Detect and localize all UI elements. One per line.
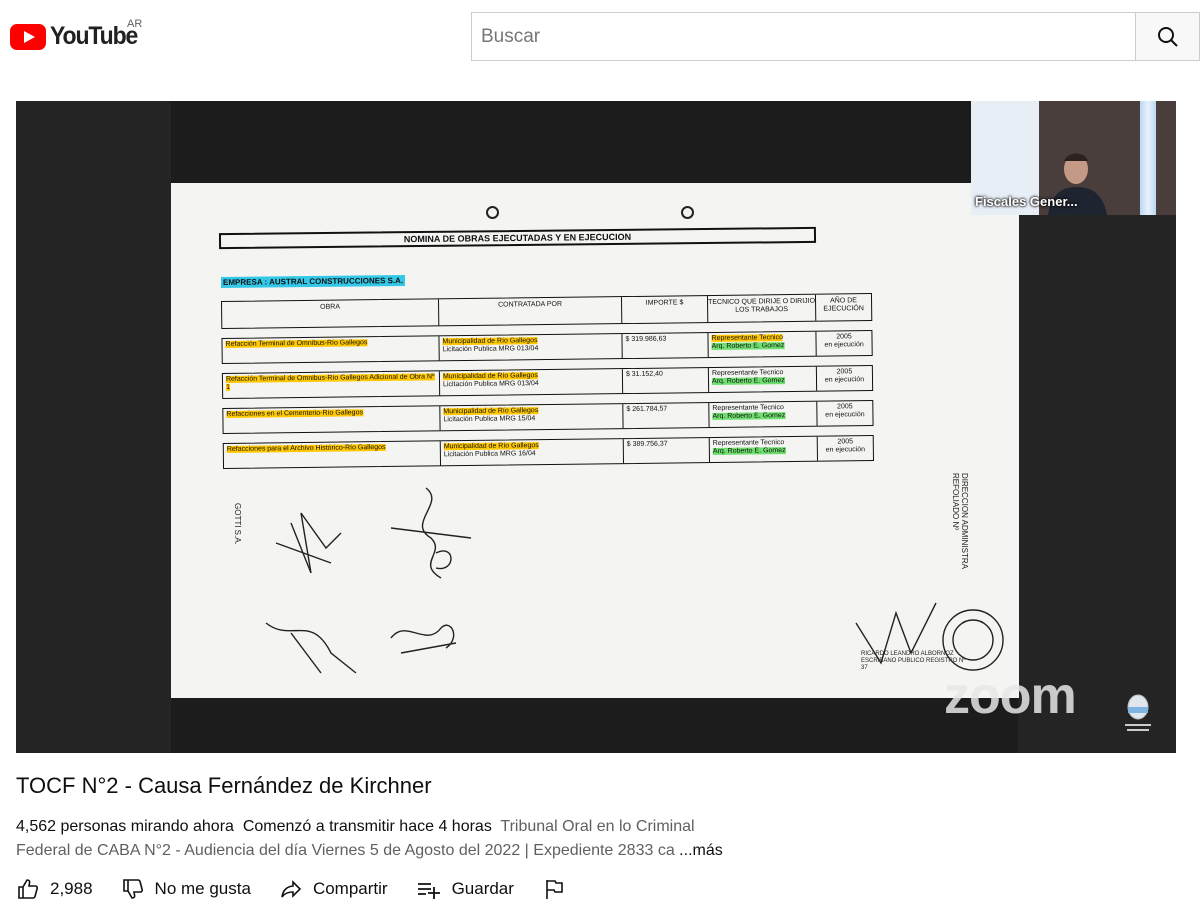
participant-name: Fiscales Gener... [975,194,1078,209]
side-stamp: DIRECCION ADMINISTRA REFOLIADO Nº [951,473,969,569]
cell-anio: 2005 en ejecución [824,368,865,384]
thumbs-up-icon [18,879,38,899]
column-header: OBRA [222,299,440,328]
video-side-panel-left [16,101,171,753]
viewer-count: 4,562 personas mirando ahora [16,818,234,835]
cell-tecnico: Representante Tecnico Arq. Roberto E. Gom… [708,331,817,358]
logo-text: YouTube [50,22,138,50]
signature-caption: GOTTI S.A. [233,503,242,545]
report-button[interactable] [542,877,576,901]
cell-importe: $ 389.756,37 [623,438,711,464]
like-button[interactable]: 2,988 [16,877,93,901]
dislike-label: No me gusta [154,879,251,898]
search-icon [1157,26,1178,47]
cell-obra: Refacción Terminal de Omnibus-Río Galleg… [222,336,440,363]
punch-hole [681,206,694,219]
save-button[interactable]: Guardar [416,877,514,901]
column-header: IMPORTE $ [621,296,709,324]
share-label: Compartir [312,879,388,898]
table-row: Refacción Terminal de Omnibus-Río Galleg… [221,365,874,399]
cell-importe: $ 319.986,63 [622,333,709,359]
document-company: EMPRESA : AUSTRAL CONSTRUCCIONES S.A. [220,275,406,288]
video-description[interactable]: 4,562 personas mirando ahora Comenzó a t… [16,815,776,863]
column-header: AÑO DE EJECUCIÓN [823,297,864,313]
video-title: TOCF N°2 - Causa Fernández de Kirchner [16,773,432,798]
youtube-logo[interactable]: YouTube [10,22,145,51]
save-label: Guardar [451,879,514,898]
zoom-watermark: zoom [944,667,1077,725]
cell-obra: Refacción Terminal de Omnibus-Río Galleg… [222,371,441,398]
stream-start: Comenzó a transmitir hace 4 horas [242,818,492,835]
signature-mark [265,622,357,674]
share-icon [281,880,302,898]
shared-document: NOMINA DE OBRAS EJECUTADAS Y EN EJECUCIO… [171,183,1019,698]
cell-importe: $ 261.784,57 [623,403,710,429]
cell-tecnico: Representante Tecnico Arq. Roberto E. Gom… [709,401,818,428]
action-bar: 2,988 No me gusta Compartir Guardar [16,872,604,906]
flag-icon [1140,101,1156,215]
cell-tecnico: Representante Tecnico Arq. Roberto E. Gom… [709,436,818,463]
description-text-2: Federal de CABA N°2 - Audiencia del día … [16,842,675,859]
cell-anio: 2005 en ejecución [825,403,865,419]
participant-video[interactable]: Fiscales Gener... [971,101,1176,215]
cell-obra: Refacciones para el Archivo Histórico-Rí… [223,441,442,468]
description-text: Tribunal Oral en lo Criminal [500,818,695,835]
cell-contratada: Municipalidad de Río Gallegos Licitación … [439,369,624,396]
column-header: CONTRATADA POR [438,297,623,326]
cell-contratada: Municipalidad de Río Gallegos Licitación … [440,404,624,431]
dislike-button[interactable]: No me gusta [121,877,251,901]
table-row: Refacción Terminal de Omnibus-Río Galleg… [221,330,873,364]
search-input[interactable] [472,25,1136,48]
cell-tecnico: Representante Tecnico Arq. Roberto E. Gom… [708,366,818,393]
signature-mark [390,487,472,579]
table-row: Refacciones en el Cementerio-Río Gallego… [222,400,874,434]
signature-mark [390,624,457,654]
argentina-crest-icon [1125,694,1151,731]
column-header: TECNICO QUE DIRIJE O DIRIJIO LOS TRABAJO… [707,294,817,323]
playlist-add-icon [417,883,440,899]
thumbs-down-icon [122,879,143,899]
signature-mark [275,512,342,574]
country-code: AR [127,18,143,30]
like-count: 2,988 [50,879,93,898]
works-table-header: OBRA CONTRATADA POR IMPORTE $ TECNICO QU… [221,293,873,329]
show-more-link[interactable]: ...más [679,842,723,859]
cell-anio: 2005 en ejecución [825,438,866,454]
flag-icon [546,880,563,899]
cell-importe: $ 31.152,40 [622,368,710,394]
search-box [471,12,1136,61]
cell-anio: 2005 en ejecución [824,333,864,349]
video-player[interactable]: NOMINA DE OBRAS EJECUTADAS Y EN EJECUCIO… [16,101,1176,753]
youtube-play-icon [10,23,46,50]
share-button[interactable]: Compartir [279,877,388,901]
cell-contratada: Municipalidad de Río Gallegos Licitación … [439,334,623,361]
document-title: NOMINA DE OBRAS EJECUTADAS Y EN EJECUCIO… [218,226,817,250]
cell-contratada: Municipalidad de Río Gallegos Licitación … [440,439,625,466]
works-table: OBRA CONTRATADA POR IMPORTE $ TECNICO QU… [221,293,875,469]
search-button[interactable] [1135,12,1200,61]
table-row: Refacciones para el Archivo Histórico-Rí… [222,435,875,469]
masthead: YouTube AR [0,0,1200,72]
cell-obra: Refacciones en el Cementerio-Río Gallego… [223,406,441,433]
punch-hole [486,206,499,219]
